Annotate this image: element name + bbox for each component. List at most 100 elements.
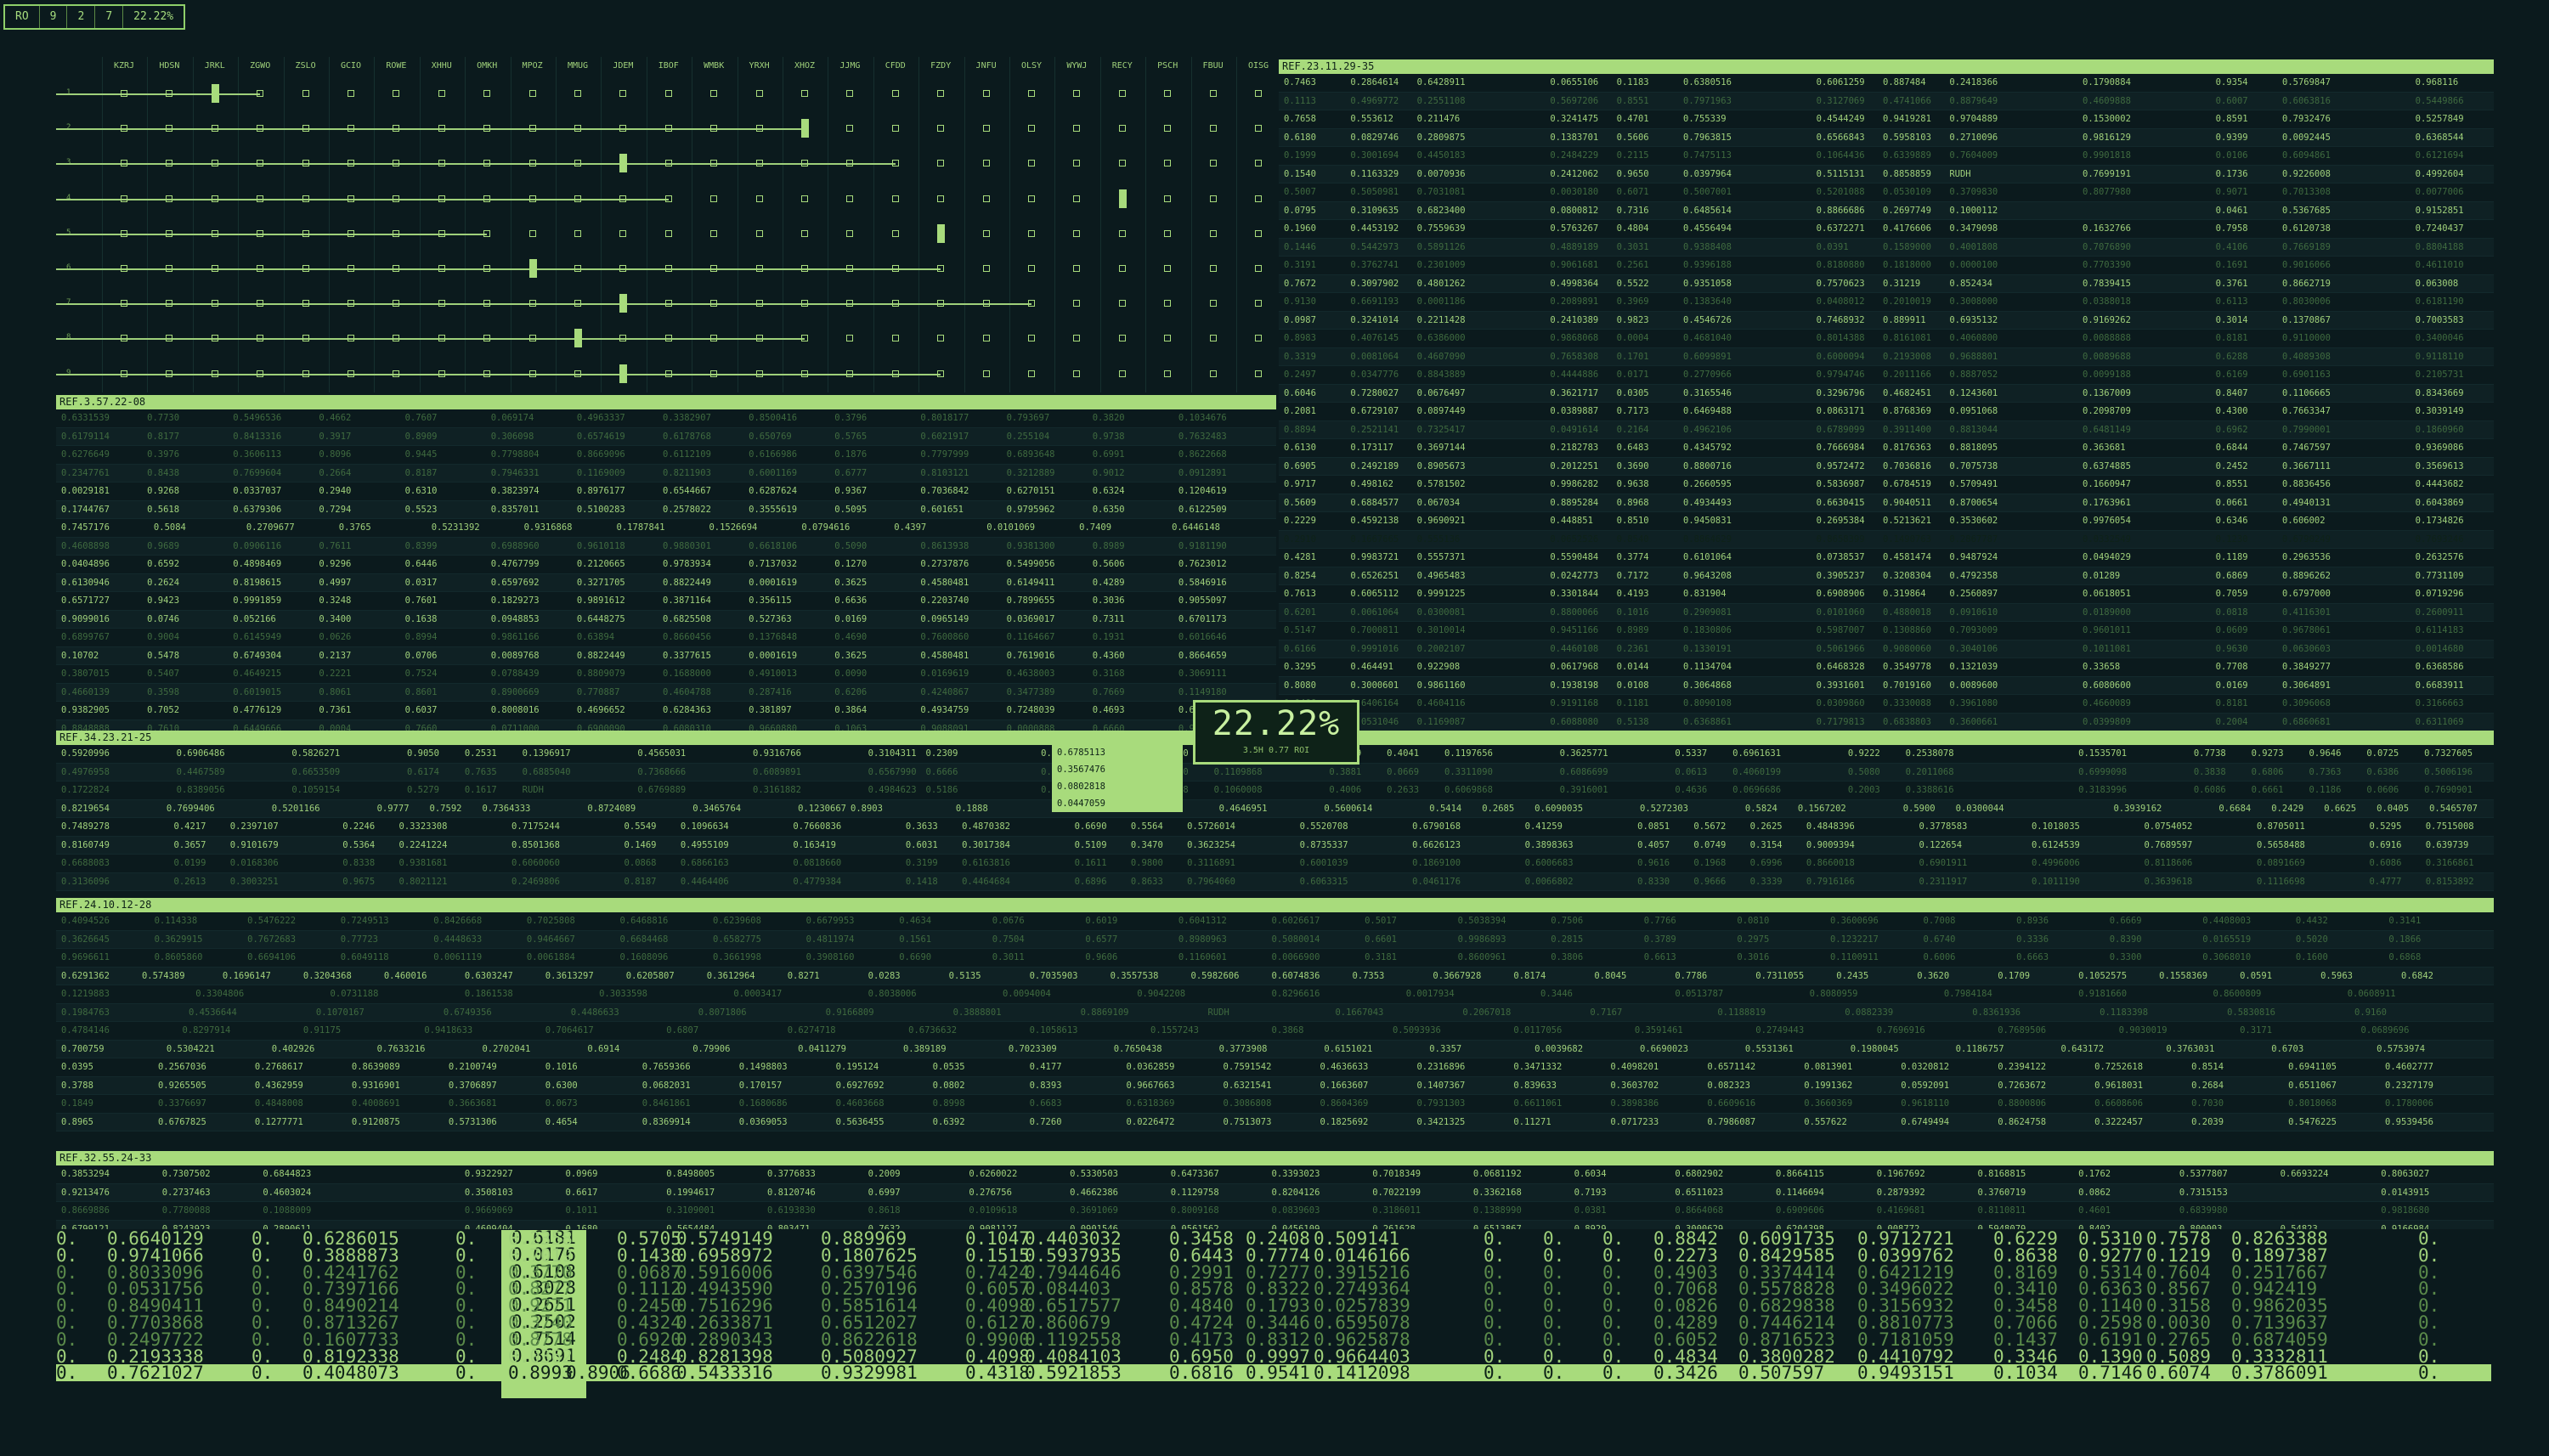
matrix-cell-checkbox[interactable]: [438, 160, 445, 167]
matrix-cell-checkbox[interactable]: [755, 195, 763, 202]
matrix-cell-checkbox[interactable]: [574, 265, 581, 272]
matrix-cell-checkbox[interactable]: [982, 265, 990, 272]
matrix-cell-checkbox[interactable]: [166, 229, 173, 237]
matrix-cell-checkbox[interactable]: [1209, 370, 1217, 377]
matrix-cell-checkbox[interactable]: [1028, 90, 1035, 97]
matrix-cell-checkbox[interactable]: [211, 195, 218, 202]
table-row[interactable]: 0.6688083 0.0199 0.0168306 0.8338 0.9381681 0…: [56, 855, 2494, 873]
matrix-cell-checkbox[interactable]: [393, 125, 400, 133]
matrix-cell-checkbox[interactable]: [755, 335, 763, 342]
matrix-cell-checkbox[interactable]: [121, 265, 127, 272]
matrix-cell-checkbox[interactable]: [801, 90, 808, 97]
matrix-cell-checkbox[interactable]: [1255, 335, 1262, 342]
matrix-cell-checkbox[interactable]: [121, 125, 127, 133]
matrix-cell-checkbox[interactable]: [166, 125, 173, 133]
matrix-cell-checkbox[interactable]: [166, 300, 173, 308]
matrix-cell-checkbox[interactable]: [982, 195, 990, 202]
table-row[interactable]: 0.6201 0.0061064 0.0300081 0.8800066 0.1016 0…: [1279, 603, 2494, 622]
matrix-cell-checkbox[interactable]: [846, 335, 854, 342]
matrix-cell-checkbox[interactable]: [257, 125, 264, 133]
table-row[interactable]: 0.1999 0.3001694 0.4450183 0.2484229 0.2115 0…: [1279, 147, 2494, 166]
matrix-cell-checkbox[interactable]: [801, 160, 808, 167]
matrix-cell-checkbox[interactable]: [1255, 125, 1262, 133]
table-row[interactable]: 0.9213476 0.2737463 0.4603024 0.3508103 0.66…: [56, 1183, 2494, 1202]
matrix-cell-checkbox[interactable]: [891, 265, 899, 272]
matrix-cell-checkbox[interactable]: [121, 335, 127, 342]
large-table-row[interactable]: 0. 0.6640129 0. 0.6286015 0. 0.2358 0.5705 0.57…: [56, 1230, 2491, 1248]
matrix-cell-checkbox[interactable]: [528, 300, 536, 308]
matrix-cell-checkbox[interactable]: [393, 300, 400, 308]
matrix-cell-checkbox[interactable]: [937, 265, 945, 272]
matrix-cell-checkbox[interactable]: [393, 265, 400, 272]
matrix-cell-checkbox[interactable]: [664, 160, 672, 167]
table-row[interactable]: 0.5609 0.6884577 0.067034 0.8895284 0.8968 0.…: [1279, 494, 2494, 512]
matrix-cell-checkbox[interactable]: [348, 90, 354, 97]
matrix-marker[interactable]: [528, 259, 537, 278]
matrix-cell-checkbox[interactable]: [982, 229, 990, 237]
matrix-cell-checkbox[interactable]: [1255, 229, 1262, 237]
table-row[interactable]: 0.8848888 0.7610 0.6449666 0.0004 0.7660 0.07…: [56, 720, 1276, 731]
table-row[interactable]: 0.8965 0.6767825 0.1277771 0.9120875 0.57313…: [56, 1113, 2494, 1132]
matrix-cell-checkbox[interactable]: [846, 229, 854, 237]
matrix-cell-checkbox[interactable]: [1255, 265, 1262, 272]
matrix-cell-checkbox[interactable]: [302, 195, 309, 202]
matrix-cell-checkbox[interactable]: [121, 300, 127, 308]
matrix-cell-checkbox[interactable]: [891, 370, 899, 377]
matrix-cell-checkbox[interactable]: [801, 195, 808, 202]
matrix-cell-checkbox[interactable]: [710, 125, 718, 133]
table-row[interactable]: 0.0029181 0.9268 0.0337037 0.2940 0.6310 0.38…: [56, 483, 1276, 501]
matrix-cell-checkbox[interactable]: [801, 229, 808, 237]
matrix-cell-checkbox[interactable]: [1255, 300, 1262, 308]
table-row[interactable]: 0.0795 0.3109635 0.6823400 0.0800812 0.7316 0…: [1279, 201, 2494, 220]
table-row[interactable]: 0.6180 0.0829746 0.2809875 0.1383701 0.5606 0…: [1279, 128, 2494, 147]
matrix-cell-checkbox[interactable]: [211, 335, 218, 342]
matrix-cell-checkbox[interactable]: [121, 90, 127, 97]
matrix-cell-checkbox[interactable]: [937, 90, 945, 97]
matrix-cell-checkbox[interactable]: [846, 160, 854, 167]
matrix-cell-checkbox[interactable]: [393, 90, 400, 97]
table-row[interactable]: 0.7658 0.553612 0.211476 0.3241475 0.4701 0.7…: [1279, 110, 2494, 129]
matrix-cell-checkbox[interactable]: [1255, 90, 1262, 97]
matrix-cell-checkbox[interactable]: [1164, 160, 1172, 167]
matrix-cell-checkbox[interactable]: [438, 90, 445, 97]
matrix-cell-checkbox[interactable]: [528, 195, 536, 202]
matrix-cell-checkbox[interactable]: [121, 229, 127, 237]
matrix-cell-checkbox[interactable]: [1164, 335, 1172, 342]
table-row[interactable]: 0.6905 0.2492189 0.8905673 0.2012251 0.3690 0…: [1279, 457, 2494, 476]
matrix-cell-checkbox[interactable]: [1073, 335, 1081, 342]
matrix-cell-checkbox[interactable]: [1028, 229, 1035, 237]
table-row[interactable]: 0.3136096 0.2613 0.3003251 0.9675 0.8021121 0…: [56, 872, 2494, 891]
matrix-cell-checkbox[interactable]: [891, 90, 899, 97]
matrix-cell-checkbox[interactable]: [982, 90, 990, 97]
matrix-cell-checkbox[interactable]: [1118, 90, 1126, 97]
matrix-cell-checkbox[interactable]: [1028, 370, 1035, 377]
matrix-cell-checkbox[interactable]: [483, 195, 491, 202]
table-row[interactable]: 0.0395 0.2567036 0.2768617 0.8639089 0.21007…: [56, 1058, 2494, 1077]
matrix-cell-checkbox[interactable]: [438, 125, 445, 133]
matrix-cell-checkbox[interactable]: [1164, 125, 1172, 133]
table-row[interactable]: 0.2081 0.6729107 0.0897449 0.0389887 0.7173 0…: [1279, 403, 2494, 421]
matrix-cell-checkbox[interactable]: [1028, 265, 1035, 272]
matrix-cell-checkbox[interactable]: [755, 125, 763, 133]
matrix-cell-checkbox[interactable]: [438, 229, 445, 237]
table-row[interactable]: 0.6130 0.173117 0.3697144 0.2182783 0.6483 0.…: [1279, 439, 2494, 458]
matrix-cell-checkbox[interactable]: [211, 229, 218, 237]
table-row[interactable]: 0.3853294 0.7307502 0.6844823 0.9322927 0.09…: [56, 1165, 2494, 1184]
matrix-cell-checkbox[interactable]: [528, 370, 536, 377]
matrix-cell-checkbox[interactable]: [619, 90, 627, 97]
matrix-cell-checkbox[interactable]: [619, 195, 627, 202]
table-row[interactable]: 0.1446 0.5442973 0.5891126 0.4889189 0.3031 0…: [1279, 238, 2494, 257]
matrix-marker[interactable]: [937, 223, 946, 243]
matrix-cell-checkbox[interactable]: [755, 160, 763, 167]
matrix-cell-checkbox[interactable]: [1255, 370, 1262, 377]
matrix-cell-checkbox[interactable]: [1118, 370, 1126, 377]
selection-popup[interactable]: 0.6785113 0.3567476 0.0802818 0.0447059: [1052, 744, 1183, 812]
table-row[interactable]: 0.04660.64061640.46041160.91911680.11810…: [1279, 695, 2494, 714]
matrix-cell-checkbox[interactable]: [801, 335, 808, 342]
matrix-cell-checkbox[interactable]: [619, 229, 627, 237]
matrix-cell-checkbox[interactable]: [528, 335, 536, 342]
large-table-row[interactable]: 0. 0.9741066 0. 0.3888873 0. 0.7019 0.1438 0.69…: [56, 1246, 2491, 1264]
matrix-cell-checkbox[interactable]: [982, 300, 990, 308]
matrix-cell-checkbox[interactable]: [1164, 229, 1172, 237]
matrix-cell-checkbox[interactable]: [1209, 160, 1217, 167]
